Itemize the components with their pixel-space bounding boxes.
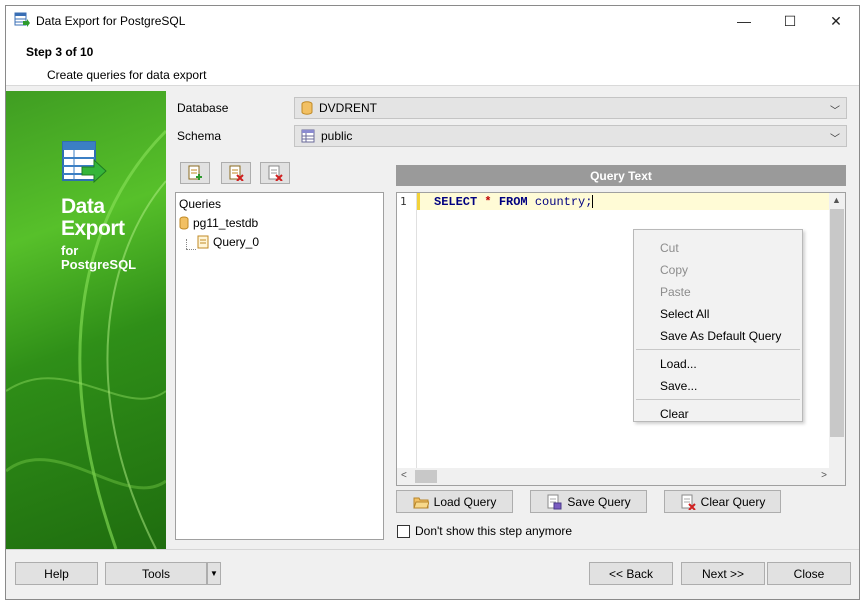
tree-database-label: pg11_testdb [193,216,259,230]
chevron-down-icon: ﹀ [830,106,840,117]
save-query-label: Save Query [567,494,631,509]
sql-keyword: FROM [498,195,528,209]
menu-item-copy[interactable]: Copy [660,263,688,277]
menu-item-clear[interactable]: Clear [660,407,689,421]
vertical-scrollbar[interactable]: ▲ [829,193,845,469]
close-icon: ✕ [830,12,842,29]
add-query-button[interactable] [180,162,210,184]
sql-code[interactable]: SELECT * FROM country; [434,195,594,209]
scroll-left-icon[interactable]: < [401,470,407,481]
maximize-icon: ☐ [783,12,797,29]
scroll-right-icon[interactable]: > [821,470,827,481]
horizontal-scrollbar[interactable]: < > [397,468,831,485]
query-icon [197,235,209,249]
line-number: 1 [400,195,407,208]
tree-connector [186,239,187,249]
tools-button[interactable]: Tools [105,562,207,585]
database-icon [179,216,189,230]
database-value: DVDRENT [319,101,378,115]
tools-split-button: Tools ▼ [105,562,221,585]
minimize-icon: — [737,13,751,29]
chevron-down-icon: ﹀ [830,134,840,145]
export-wizard-window: Data Export for PostgreSQL — ☐ ✕ Step 3 … [5,5,860,600]
schema-value: public [321,129,353,143]
queries-tree[interactable]: Queries pg11_testdb Query_0 [175,192,384,540]
load-query-label: Load Query [433,494,497,509]
step-title: Step 3 of 10 [26,45,94,59]
triangle-down-icon: ▼ [210,569,218,578]
back-label: << Back [608,566,654,581]
menu-item-save-as-default[interactable]: Save As Default Query [660,329,781,343]
schema-label: Schema [177,129,222,143]
back-button[interactable]: << Back [589,562,673,585]
banner-product-name: Data Export for PostgreSQL [61,195,137,272]
tree-query-label: Query_0 [213,235,260,249]
scrollbar-corner [829,468,845,485]
horizontal-scroll-thumb[interactable] [415,470,437,483]
database-label: Database [177,101,229,115]
load-query-button[interactable]: Load Query [396,490,513,513]
add-query-icon [188,165,202,180]
delete-all-icon [268,165,283,181]
data-export-logo-icon [62,141,107,184]
schema-select[interactable]: public ﹀ [294,125,847,147]
checkbox-box[interactable] [397,524,410,538]
clear-query-label: Clear Query [700,494,766,509]
save-icon [547,494,562,509]
sql-identifier: country; [534,195,593,209]
menu-item-select-all[interactable]: Select All [660,307,709,321]
close-button[interactable]: Close [767,562,851,585]
tree-item-query[interactable]: Query_0 [197,235,259,249]
product-banner: Data Export for PostgreSQL [6,91,166,549]
database-icon [301,101,313,115]
sql-keyword: SELECT [434,195,478,209]
tree-root-queries[interactable]: Queries [179,197,221,211]
footer-divider [6,549,859,550]
query-text-header: Query Text [396,165,846,186]
checkbox-label: Don't show this step anymore [415,524,573,538]
menu-item-paste[interactable]: Paste [660,285,691,299]
sql-operator: * [484,195,492,209]
dont-show-step-checkbox[interactable]: Don't show this step anymore [397,524,572,538]
window-title: Data Export for PostgreSQL [36,14,186,28]
minimize-button[interactable]: — [721,6,767,36]
close-label: Close [793,566,825,581]
text-caret [592,195,594,209]
close-window-button[interactable]: ✕ [813,6,859,36]
clear-icon [681,494,696,510]
database-select[interactable]: DVDRENT ﹀ [294,97,847,119]
title-bar: Data Export for PostgreSQL — ☐ ✕ [6,6,859,36]
schema-icon [301,129,315,143]
save-query-button[interactable]: Save Query [530,490,647,513]
scroll-up-icon[interactable]: ▲ [832,195,841,205]
menu-item-cut[interactable]: Cut [660,241,679,255]
menu-separator [636,349,800,350]
menu-item-save[interactable]: Save... [660,379,697,393]
menu-item-load[interactable]: Load... [660,357,697,371]
help-button[interactable]: Help [15,562,98,585]
line-number-gutter: 1 [397,193,417,485]
next-label: Next >> [701,566,745,581]
tree-item-database[interactable]: pg11_testdb [179,216,258,230]
tools-label: Tools [141,566,170,581]
vertical-scroll-thumb[interactable] [830,209,844,437]
step-description: Create queries for data export [47,68,207,82]
editor-context-menu: Cut Copy Paste Select All Save As Defaul… [633,229,803,422]
maximize-button[interactable]: ☐ [767,6,813,36]
tree-connector [186,249,196,250]
next-button[interactable]: Next >> [681,562,765,585]
delete-query-icon [229,165,244,181]
clear-query-button[interactable]: Clear Query [664,490,781,513]
menu-separator [636,399,800,400]
folder-open-icon [412,497,429,508]
app-icon [14,12,30,27]
help-label: Help [44,566,69,581]
delete-all-queries-button[interactable] [260,162,290,184]
wizard-header: Step 3 of 10 Create queries for data exp… [6,36,859,86]
delete-query-button[interactable] [221,162,251,184]
tools-dropdown-button[interactable]: ▼ [207,562,221,585]
